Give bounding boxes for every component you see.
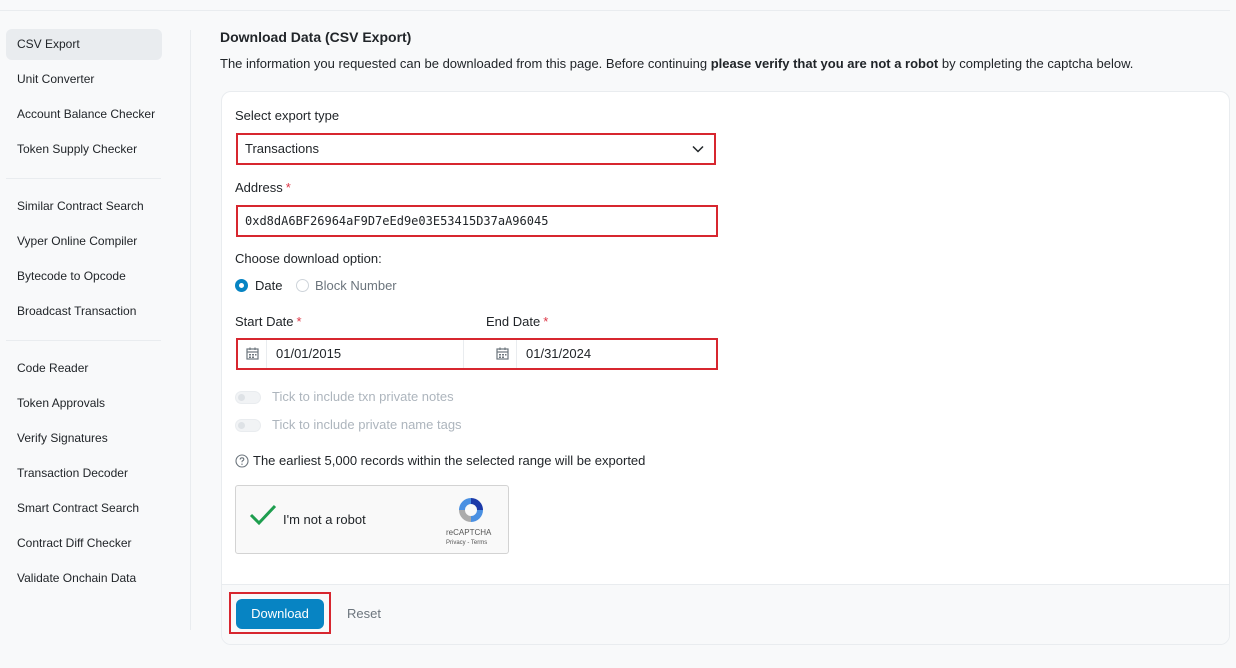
private-tags-label: Tick to include private name tags bbox=[272, 417, 462, 432]
end-date-label-text: End Date bbox=[486, 314, 541, 329]
export-type-value: Transactions bbox=[245, 141, 319, 156]
start-date-input[interactable]: 01/01/2015 bbox=[238, 340, 464, 368]
records-info-text: The earliest 5,000 records within the se… bbox=[253, 453, 646, 468]
sidebar-item-token-approvals[interactable]: Token Approvals bbox=[6, 388, 162, 419]
end-date-label: End Date * bbox=[486, 314, 548, 329]
sidebar: CSV Export Unit Converter Account Balanc… bbox=[6, 29, 162, 598]
export-type-label: Select export type bbox=[235, 108, 340, 123]
export-type-select[interactable]: Transactions bbox=[238, 135, 714, 163]
question-circle-icon bbox=[235, 454, 249, 468]
required-mark: * bbox=[296, 314, 302, 329]
address-label-text: Address bbox=[235, 180, 283, 195]
sidebar-item-verify-signatures[interactable]: Verify Signatures bbox=[6, 423, 162, 454]
sidebar-item-account-balance-checker[interactable]: Account Balance Checker bbox=[6, 99, 162, 130]
sidebar-item-broadcast-transaction[interactable]: Broadcast Transaction bbox=[6, 296, 162, 327]
chevron-down-icon bbox=[692, 145, 704, 153]
sidebar-divider bbox=[6, 178, 161, 179]
download-option-label: Choose download option: bbox=[235, 251, 382, 266]
recaptcha-links[interactable]: Privacy - Terms bbox=[446, 540, 487, 546]
radio-block-number-label: Block Number bbox=[315, 278, 397, 293]
private-notes-toggle[interactable] bbox=[235, 391, 261, 404]
page-description: The information you requested can be dow… bbox=[220, 56, 1133, 71]
sidebar-border bbox=[190, 30, 191, 630]
sidebar-item-smart-contract-search[interactable]: Smart Contract Search bbox=[6, 493, 162, 524]
sidebar-item-similar-contract-search[interactable]: Similar Contract Search bbox=[6, 191, 162, 222]
end-date-value: 01/31/2024 bbox=[526, 346, 592, 361]
radio-block-number[interactable] bbox=[296, 279, 309, 292]
private-tags-toggle[interactable] bbox=[235, 419, 261, 432]
address-label: Address * bbox=[235, 180, 291, 195]
export-form-card: Select export type Transactions Address *… bbox=[221, 91, 1230, 645]
start-date-label: Start Date * bbox=[235, 314, 302, 329]
sidebar-item-contract-diff-checker[interactable]: Contract Diff Checker bbox=[6, 528, 162, 559]
sidebar-item-token-supply-checker[interactable]: Token Supply Checker bbox=[6, 134, 162, 165]
sidebar-item-bytecode-to-opcode[interactable]: Bytecode to Opcode bbox=[6, 261, 162, 292]
download-button[interactable]: Download bbox=[236, 599, 324, 629]
calendar-icon bbox=[238, 340, 267, 368]
description-text: The information you requested can be dow… bbox=[220, 56, 711, 71]
calendar-icon bbox=[488, 340, 517, 368]
required-mark: * bbox=[543, 314, 549, 329]
end-date-input[interactable]: 01/31/2024 bbox=[488, 340, 716, 368]
sidebar-item-transaction-decoder[interactable]: Transaction Decoder bbox=[6, 458, 162, 489]
recaptcha-widget[interactable]: I'm not a robot reCAPTCHA Privacy - Term… bbox=[235, 485, 509, 554]
recaptcha-logo-icon bbox=[459, 498, 483, 522]
sidebar-item-csv-export[interactable]: CSV Export bbox=[6, 29, 162, 60]
recaptcha-label: I'm not a robot bbox=[283, 512, 366, 527]
private-notes-label: Tick to include txn private notes bbox=[272, 389, 454, 404]
radio-date[interactable] bbox=[235, 279, 248, 292]
recaptcha-brand: reCAPTCHA bbox=[446, 528, 492, 537]
sidebar-divider bbox=[6, 340, 161, 341]
description-text-end: by completing the captcha below. bbox=[938, 56, 1134, 71]
address-input[interactable]: 0xd8dA6BF26964aF9D7eEd9e03E53415D37aA960… bbox=[238, 207, 716, 235]
start-date-label-text: Start Date bbox=[235, 314, 294, 329]
sidebar-item-validate-onchain-data[interactable]: Validate Onchain Data bbox=[6, 563, 162, 594]
start-date-value: 01/01/2015 bbox=[276, 346, 342, 361]
page-title: Download Data (CSV Export) bbox=[220, 29, 412, 45]
description-bold-text: please verify that you are not a robot bbox=[710, 56, 939, 71]
sidebar-item-code-reader[interactable]: Code Reader bbox=[6, 353, 162, 384]
top-divider bbox=[0, 10, 1230, 11]
sidebar-item-vyper-online-compiler[interactable]: Vyper Online Compiler bbox=[6, 226, 162, 257]
sidebar-item-unit-converter[interactable]: Unit Converter bbox=[6, 64, 162, 95]
checkmark-icon bbox=[249, 504, 277, 526]
reset-button[interactable]: Reset bbox=[340, 599, 388, 629]
radio-date-label: Date bbox=[255, 278, 283, 293]
required-mark: * bbox=[285, 180, 291, 195]
